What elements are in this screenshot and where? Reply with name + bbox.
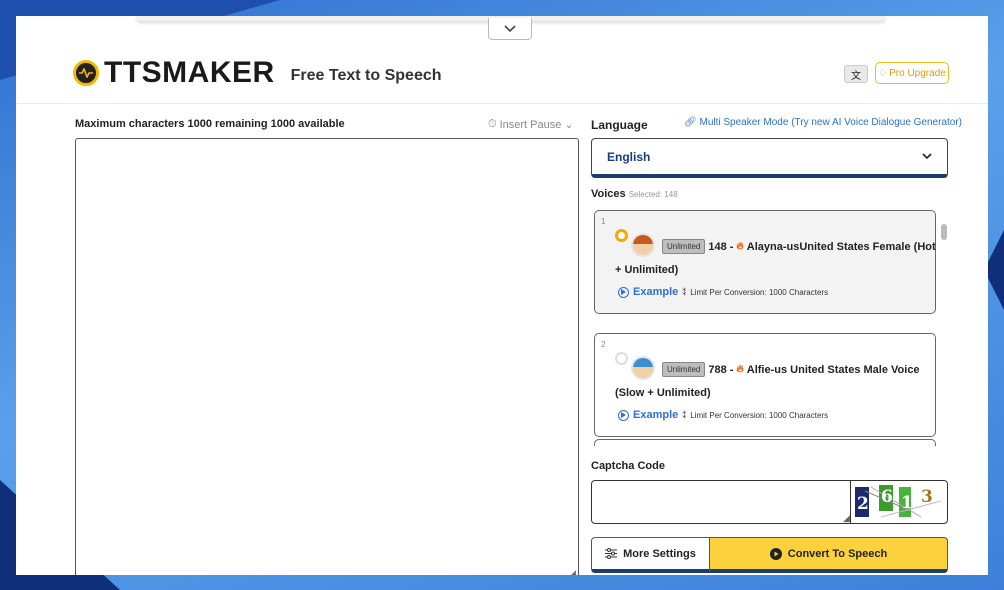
char-limit-info: Maximum characters 1000 remaining 1000 a… <box>75 118 345 130</box>
captcha-char: 6 <box>881 487 893 507</box>
play-icon[interactable] <box>618 286 629 298</box>
fire-icon: 🔥︎ <box>736 364 744 375</box>
voices-label: Voices Selected: 148 <box>591 188 678 200</box>
multi-speaker-link-text: Multi Speaker Mode (Try new AI Voice Dia… <box>699 117 963 128</box>
captcha-label: Captcha Code <box>591 460 665 472</box>
chevron-down-icon <box>922 153 932 160</box>
voice-radio[interactable] <box>615 352 628 365</box>
insert-pause-button[interactable]: ⏱ Insert Pause ⌄ <box>488 118 574 131</box>
language-select[interactable]: English <box>591 138 948 178</box>
limit-icon: ⁑ <box>682 410 687 420</box>
voices-selected-count: Selected: 148 <box>628 190 678 199</box>
pro-upgrade-label: Pro Upgrade <box>889 67 946 79</box>
multi-speaker-link[interactable]: 🔗︎ Multi Speaker Mode (Try new AI Voice … <box>684 117 962 128</box>
scrollbar[interactable] <box>941 224 947 240</box>
voice-name-cont: (Slow + Unlimited) <box>615 387 711 399</box>
sliders-icon <box>605 548 618 559</box>
more-settings-label: More Settings <box>623 547 696 560</box>
voice-index: 1 <box>601 217 606 226</box>
example-button[interactable]: Example <box>633 409 678 421</box>
translate-icon: 文 <box>851 70 861 82</box>
captcha-char: 1 <box>901 493 913 513</box>
timer-icon: ⏱ <box>488 118 497 130</box>
resize-handle-icon[interactable]: ◢ <box>569 568 576 575</box>
voice-id: 788 - <box>708 363 734 376</box>
captcha-char: 2 <box>857 494 869 514</box>
voice-card[interactable]: 3 <box>594 439 936 446</box>
voice-index: 2 <box>601 340 606 349</box>
convert-label: Convert To Speech <box>787 547 888 560</box>
example-button[interactable]: Example <box>633 286 678 298</box>
voice-card[interactable]: 2 Unlimited 788 - 🔥︎ Alfie-us United Sta… <box>594 333 936 437</box>
logo-icon <box>73 60 99 86</box>
play-circle-icon <box>769 547 782 560</box>
link-icon: 🔗︎ <box>684 117 697 128</box>
voice-card[interactable]: 1 Unlimited 148 - 🔥︎ Alayna-usUnited Sta… <box>594 210 936 314</box>
pro-upgrade-button[interactable]: ♢ Pro Upgrade <box>875 62 949 84</box>
captcha-image[interactable]: 2 6 1 3 <box>850 480 948 524</box>
language-selected-value: English <box>607 149 651 164</box>
captcha-input[interactable] <box>591 480 851 524</box>
voice-radio[interactable] <box>615 229 628 242</box>
voice-title: Unlimited 148 - 🔥︎ Alayna-usUnited State… <box>662 239 936 254</box>
voice-list[interactable]: 1 Unlimited 148 - 🔥︎ Alayna-usUnited Sta… <box>591 206 949 446</box>
avatar <box>631 356 655 380</box>
voice-title: Unlimited 788 - 🔥︎ Alfie-us United State… <box>662 362 920 377</box>
limit-icon: ⁑ <box>682 287 687 297</box>
collapse-toggle-button[interactable] <box>488 18 532 40</box>
fire-icon: 🔥︎ <box>736 241 744 252</box>
header: TTSMAKER Free Text to Speech 文 ♢ Pro Upg… <box>16 46 988 104</box>
example-row: Example ⁑ Limit Per Conversion: 1000 Cha… <box>618 286 828 298</box>
avatar <box>631 233 655 257</box>
text-input[interactable] <box>75 138 579 575</box>
limit-text: Limit Per Conversion: 1000 Characters <box>690 410 829 420</box>
captcha-char: 3 <box>921 487 933 507</box>
logo[interactable]: TTSMAKER Free Text to Speech <box>73 56 442 90</box>
language-switch-button[interactable]: 文 <box>844 65 868 83</box>
chevron-down-icon <box>504 24 516 32</box>
voice-name: Alayna-usUnited States Female (Hot <box>746 240 936 253</box>
unlimited-badge: Unlimited <box>662 362 706 377</box>
app-card: TTSMAKER Free Text to Speech 文 ♢ Pro Upg… <box>16 16 988 575</box>
convert-button[interactable]: Convert To Speech <box>709 537 948 573</box>
voice-name-cont: + Unlimited) <box>615 264 679 276</box>
tagline: Free Text to Speech <box>290 67 442 84</box>
logo-text: TTSMAKER <box>104 56 275 89</box>
chevron-down-icon: ⌄ <box>564 119 574 131</box>
unlimited-badge: Unlimited <box>662 239 706 254</box>
resize-handle-icon[interactable]: ◢ <box>843 513 850 524</box>
example-row: Example ⁑ Limit Per Conversion: 1000 Cha… <box>618 409 828 421</box>
diamond-icon: ♢ <box>878 67 888 79</box>
language-label: Language <box>591 118 648 132</box>
play-icon[interactable] <box>618 409 629 421</box>
voice-name: Alfie-us United States Male Voice <box>746 363 920 376</box>
insert-pause-label: Insert Pause <box>499 118 562 131</box>
limit-text: Limit Per Conversion: 1000 Characters <box>690 287 829 297</box>
more-settings-button[interactable]: More Settings <box>591 537 710 573</box>
voice-id: 148 - <box>708 240 734 253</box>
voices-label-text: Voices <box>591 188 626 200</box>
